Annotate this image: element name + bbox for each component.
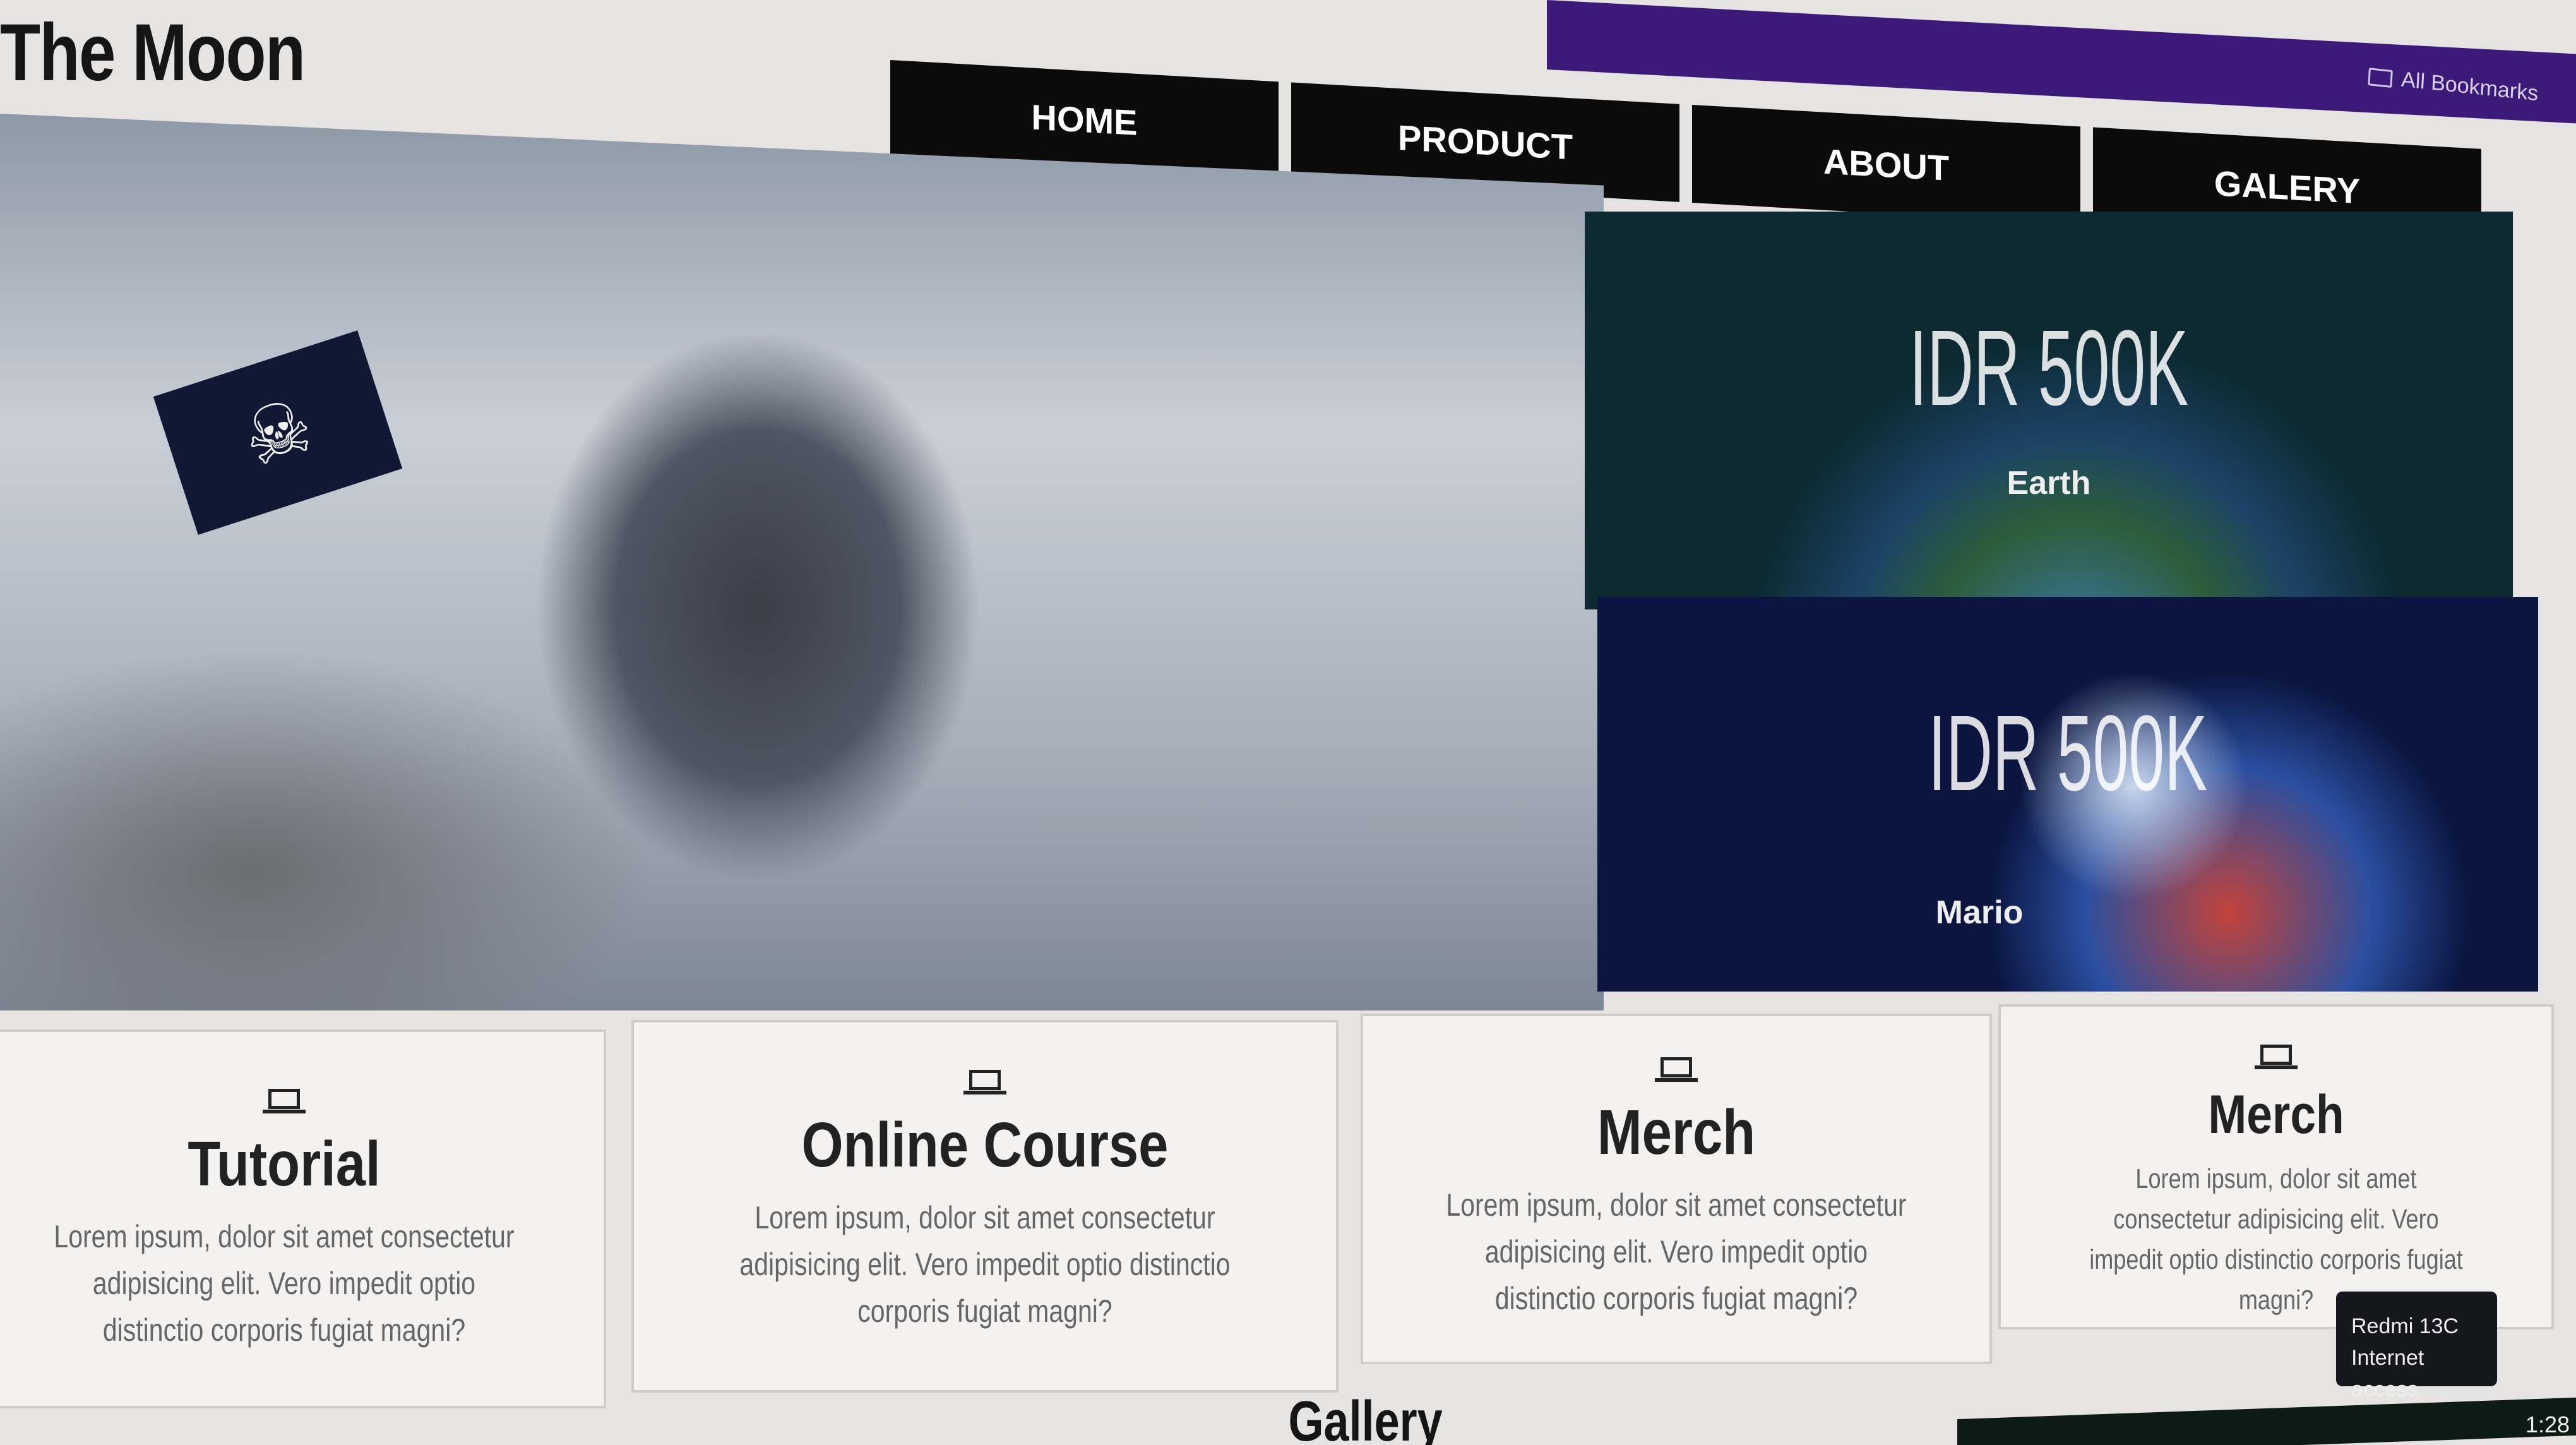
network-tooltip: Redmi 13C Internet access — [2336, 1292, 2497, 1401]
gallery-heading: Gallery — [1288, 1390, 1443, 1445]
all-bookmarks-button[interactable]: All Bookmarks — [2368, 64, 2539, 106]
card-merch-2[interactable]: Merch Lorem ipsum, dolor sit amet consec… — [1998, 1004, 2554, 1329]
card-title: Merch — [2208, 1084, 2344, 1145]
product-price: IDR 500K — [1909, 308, 2189, 428]
nav-about[interactable]: ABOUT — [1692, 105, 2080, 225]
laptop-icon — [263, 1089, 306, 1113]
page: All Bookmarks The Moon HOME PRODUCT ABOU… — [0, 0, 2576, 1445]
product-card-mario[interactable]: IDR 500K Mario — [1597, 597, 2538, 992]
hero-astronaut-image: ☠ — [0, 114, 1604, 1010]
laptop-icon — [2255, 1045, 2298, 1069]
product-card-earth[interactable]: IDR 500K Earth — [1585, 212, 2513, 609]
card-online-course[interactable]: Online Course Lorem ipsum, dolor sit ame… — [631, 1020, 1339, 1393]
folder-icon — [2368, 67, 2393, 88]
card-title: Tutorial — [188, 1129, 381, 1199]
card-text: Lorem ipsum, dolor sit amet consectetur … — [739, 1200, 1231, 1329]
taskbar-clock[interactable]: 1:28 — [2525, 1412, 2570, 1438]
card-tutorial[interactable]: Tutorial Lorem ipsum, dolor sit amet con… — [0, 1029, 606, 1408]
tooltip-network-status: Internet access — [2351, 1346, 2424, 1401]
all-bookmarks-label: All Bookmarks — [2400, 67, 2539, 106]
card-text: Lorem ipsum, dolor sit amet consectetur … — [1446, 1187, 1907, 1316]
laptop-icon — [963, 1070, 1006, 1094]
product-name: Earth — [2007, 465, 2091, 501]
card-title: Merch — [1597, 1097, 1756, 1168]
product-name: Mario — [1935, 894, 2024, 931]
site-title: The Moon — [0, 8, 306, 98]
product-price: IDR 500K — [1928, 693, 2208, 813]
feature-cards: Tutorial Lorem ipsum, dolor sit amet con… — [0, 1004, 2563, 1408]
card-merch[interactable]: Merch Lorem ipsum, dolor sit amet consec… — [1361, 1014, 1992, 1364]
laptop-icon — [1655, 1057, 1698, 1082]
tooltip-network-name: Redmi 13C — [2351, 1314, 2459, 1338]
card-title: Online Course — [801, 1110, 1169, 1180]
pirate-flag-image: ☠ — [153, 330, 403, 535]
card-text: Lorem ipsum, dolor sit amet consectetur … — [54, 1219, 515, 1348]
